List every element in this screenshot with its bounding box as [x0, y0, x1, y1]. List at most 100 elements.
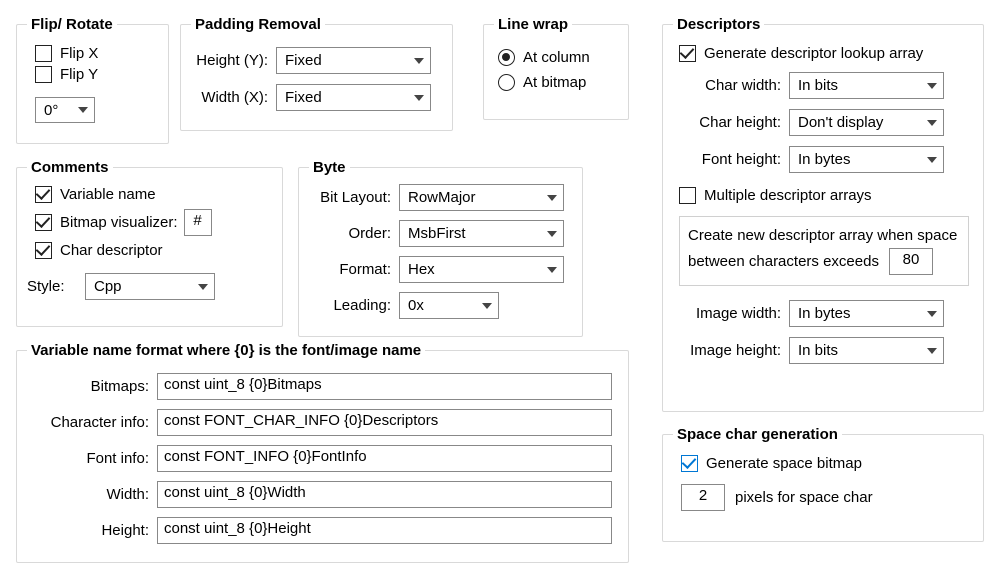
rotate-angle-value: 0° [44, 102, 58, 119]
order-value: MsbFirst [408, 225, 466, 242]
comments-group: Comments Variable name Bitmap visualizer… [16, 159, 283, 327]
image-height-label: Image height: [679, 342, 789, 359]
image-width-value: In bytes [798, 305, 851, 322]
flipx-label: Flip X [60, 45, 98, 62]
style-value: Cpp [94, 278, 122, 295]
generate-space-label: Generate space bitmap [706, 455, 862, 472]
descriptors-legend: Descriptors [673, 16, 764, 33]
padding-width-select[interactable]: Fixed [276, 84, 431, 111]
flipy-label: Flip Y [60, 66, 98, 83]
varfmt-group: Variable name format where {0} is the fo… [16, 342, 629, 563]
padding-height-label: Height (Y): [191, 52, 276, 69]
bitmap-visualizer-char-input[interactable]: # [184, 209, 212, 236]
fontinfo-input[interactable]: const FONT_INFO {0}FontInfo [157, 445, 612, 472]
charinfo-label: Character info: [27, 414, 157, 431]
chevron-down-icon [927, 157, 937, 163]
image-width-select[interactable]: In bytes [789, 300, 944, 327]
byte-group: Byte Bit Layout: RowMajor Order: MsbFirs… [298, 159, 583, 337]
image-height-value: In bits [798, 342, 838, 359]
char-descriptor-checkbox[interactable]: Char descriptor [35, 242, 272, 259]
chevron-down-icon [927, 83, 937, 89]
char-descriptor-label: Char descriptor [60, 242, 163, 259]
chevron-down-icon [78, 107, 88, 113]
chevron-down-icon [547, 195, 557, 201]
byte-legend: Byte [309, 159, 350, 176]
chevron-down-icon [547, 231, 557, 237]
char-width-select[interactable]: In bits [789, 72, 944, 99]
padding-height-select[interactable]: Fixed [276, 47, 431, 74]
bitmap-visualizer-checkbox[interactable]: Bitmap visualizer: [35, 214, 178, 231]
bit-layout-label: Bit Layout: [309, 189, 399, 206]
space-legend: Space char generation [673, 426, 842, 443]
descriptors-group: Descriptors Generate descriptor lookup a… [662, 16, 984, 412]
width-input[interactable]: const uint_8 {0}Width [157, 481, 612, 508]
bitmaps-input[interactable]: const uint_8 {0}Bitmaps [157, 373, 612, 400]
padding-legend: Padding Removal [191, 16, 325, 33]
height-label: Height: [27, 522, 157, 539]
create-new-value-input[interactable]: 80 [889, 248, 933, 275]
format-label: Format: [309, 261, 399, 278]
linewrap-at-column-radio[interactable]: At column [498, 49, 618, 66]
char-width-label: Char width: [679, 77, 789, 94]
chevron-down-icon [927, 311, 937, 317]
flipx-checkbox[interactable]: Flip X [35, 45, 158, 62]
comments-legend: Comments [27, 159, 113, 176]
font-height-select[interactable]: In bytes [789, 146, 944, 173]
format-value: Hex [408, 261, 435, 278]
font-height-label: Font height: [679, 151, 789, 168]
space-pixels-label: pixels for space char [735, 489, 873, 506]
create-new-box: Create new descriptor array when space b… [679, 216, 969, 286]
chevron-down-icon [414, 95, 424, 101]
bit-layout-value: RowMajor [408, 189, 476, 206]
multiple-arrays-label: Multiple descriptor arrays [704, 187, 872, 204]
fontinfo-label: Font info: [27, 450, 157, 467]
linewrap-legend: Line wrap [494, 16, 572, 33]
padding-group: Padding Removal Height (Y): Fixed Width … [180, 16, 453, 131]
padding-width-label: Width (X): [191, 89, 276, 106]
space-group: Space char generation Generate space bit… [662, 426, 984, 542]
order-label: Order: [309, 225, 399, 242]
gen-lookup-label: Generate descriptor lookup array [704, 45, 923, 62]
height-input[interactable]: const uint_8 {0}Height [157, 517, 612, 544]
order-select[interactable]: MsbFirst [399, 220, 564, 247]
chevron-down-icon [414, 58, 424, 64]
generate-space-checkbox[interactable]: Generate space bitmap [681, 455, 973, 472]
multiple-arrays-checkbox[interactable]: Multiple descriptor arrays [679, 187, 973, 204]
linewrap-at-column-label: At column [523, 49, 590, 66]
chevron-down-icon [198, 284, 208, 290]
linewrap-at-bitmap-label: At bitmap [523, 74, 586, 91]
image-height-select[interactable]: In bits [789, 337, 944, 364]
space-pixels-input[interactable]: 2 [681, 484, 725, 511]
bitmap-visualizer-label: Bitmap visualizer: [60, 214, 178, 231]
varfmt-legend: Variable name format where {0} is the fo… [27, 342, 425, 359]
linewrap-group: Line wrap At column At bitmap [483, 16, 629, 120]
width-label: Width: [27, 486, 157, 503]
image-width-label: Image width: [679, 305, 789, 322]
leading-label: Leading: [309, 297, 399, 314]
style-label: Style: [27, 278, 75, 295]
font-height-value: In bytes [798, 151, 851, 168]
rotate-angle-select[interactable]: 0° [35, 97, 95, 123]
flipy-checkbox[interactable]: Flip Y [35, 66, 158, 83]
char-height-value: Don't display [798, 114, 883, 131]
padding-height-value: Fixed [285, 52, 322, 69]
charinfo-input[interactable]: const FONT_CHAR_INFO {0}Descriptors [157, 409, 612, 436]
fliprotate-group: Flip/ Rotate Flip X Flip Y 0° [16, 16, 169, 144]
char-height-label: Char height: [679, 114, 789, 131]
bitmaps-label: Bitmaps: [27, 378, 157, 395]
chevron-down-icon [547, 267, 557, 273]
char-height-select[interactable]: Don't display [789, 109, 944, 136]
fliprotate-legend: Flip/ Rotate [27, 16, 117, 33]
variable-name-checkbox[interactable]: Variable name [35, 186, 272, 203]
gen-lookup-checkbox[interactable]: Generate descriptor lookup array [679, 45, 973, 62]
leading-select[interactable]: 0x [399, 292, 499, 319]
char-width-value: In bits [798, 77, 838, 94]
linewrap-at-bitmap-radio[interactable]: At bitmap [498, 74, 618, 91]
chevron-down-icon [927, 348, 937, 354]
format-select[interactable]: Hex [399, 256, 564, 283]
create-new-text-1: Create new descriptor array when space [688, 227, 960, 244]
style-select[interactable]: Cpp [85, 273, 215, 300]
create-new-text-2: between characters exceeds [688, 253, 879, 270]
bit-layout-select[interactable]: RowMajor [399, 184, 564, 211]
chevron-down-icon [927, 120, 937, 126]
